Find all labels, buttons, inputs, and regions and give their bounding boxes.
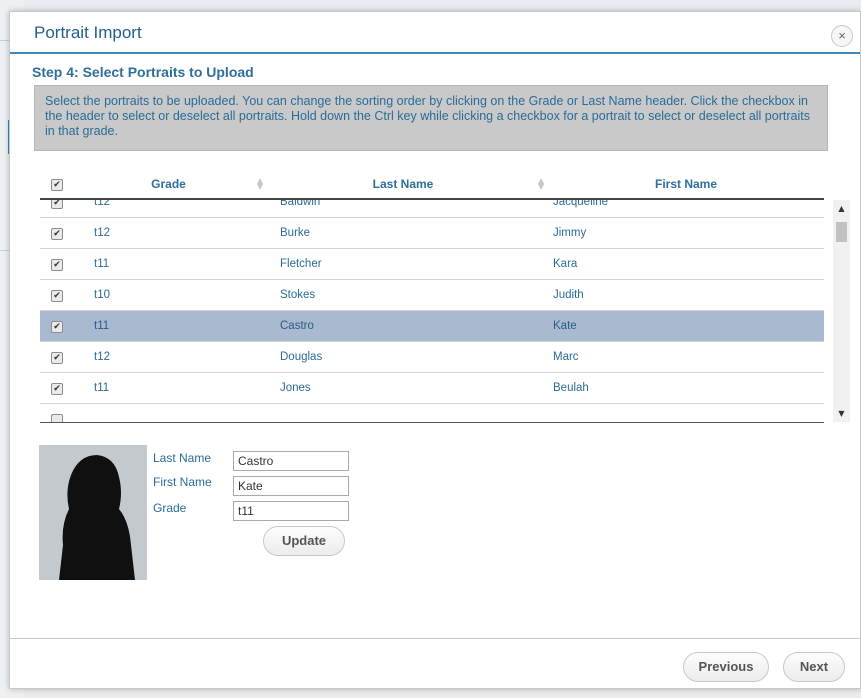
next-button[interactable]: Next <box>783 652 845 682</box>
column-header-grade[interactable]: Grade <box>95 172 242 198</box>
sort-grade-icon[interactable]: ▲ ▼ <box>257 177 263 191</box>
cell-grade: t10 <box>94 289 110 301</box>
table-row[interactable]: ✔ t12 Burke Jimmy <box>40 218 824 249</box>
row-checkbox[interactable]: ✔ <box>51 228 63 240</box>
close-icon: × <box>838 28 846 43</box>
portraits-table: ✔ Grade ▲ ▼ Last Name ▲ ▼ First Name ✔ t12… <box>40 172 852 423</box>
cell-grade: t11 <box>94 258 110 270</box>
instructions-panel: Select the portraits to be uploaded. You… <box>34 85 828 151</box>
cell-first-name: Kate <box>553 320 577 332</box>
cell-grade: t12 <box>94 227 110 239</box>
table-header: ✔ Grade ▲ ▼ Last Name ▲ ▼ First Name <box>40 172 824 200</box>
dialog-title: Portrait Import <box>34 23 142 42</box>
sort-last-name-icon[interactable]: ▲ ▼ <box>538 177 544 191</box>
table-row-selected[interactable]: ✔ t11 Castro Kate <box>40 311 824 342</box>
table-body: ✔ t12 Baldwin Jacqueline ✔ t12 Burke Jim… <box>40 200 824 423</box>
table-row[interactable]: ✔ t12 Baldwin Jacqueline <box>40 200 824 218</box>
cell-grade: t11 <box>94 320 110 332</box>
cell-first-name: Kara <box>553 258 578 270</box>
cell-last-name: Burke <box>280 227 311 239</box>
grade-input[interactable] <box>233 501 349 521</box>
cell-last-name: Stokes <box>280 289 316 301</box>
select-all-checkbox[interactable]: ✔ <box>51 179 63 191</box>
row-checkbox[interactable]: ✔ <box>51 352 63 364</box>
row-checkbox[interactable] <box>51 414 63 422</box>
table-row[interactable]: ✔ t11 Fletcher Kara <box>40 249 824 280</box>
portrait-import-dialog: Portrait Import × Step 4: Select Portrai… <box>9 11 861 689</box>
previous-button[interactable]: Previous <box>683 652 769 682</box>
first-name-label: First Name <box>153 475 212 489</box>
last-name-input[interactable] <box>233 451 349 471</box>
cell-first-name: Jacqueline <box>553 200 608 208</box>
cell-first-name: Judith <box>553 289 584 301</box>
table-row[interactable] <box>40 404 824 422</box>
grade-label: Grade <box>153 501 187 515</box>
cell-grade: t12 <box>94 200 110 208</box>
row-checkbox[interactable]: ✔ <box>51 290 63 302</box>
cell-last-name: Douglas <box>280 351 323 363</box>
cell-grade: t11 <box>94 382 110 394</box>
cell-first-name: Jimmy <box>553 227 587 239</box>
cell-last-name: Castro <box>280 320 314 332</box>
scrollbar-thumb[interactable] <box>836 222 847 242</box>
row-checkbox[interactable]: ✔ <box>51 321 63 333</box>
first-name-input[interactable] <box>233 476 349 496</box>
update-button[interactable]: Update <box>263 526 345 556</box>
row-checkbox[interactable]: ✔ <box>51 383 63 395</box>
row-checkbox[interactable]: ✔ <box>51 259 63 271</box>
column-header-first-name: First Name <box>654 177 718 191</box>
cell-grade: t12 <box>94 351 110 363</box>
table-row[interactable]: ✔ t11 Jones Beulah <box>40 373 824 404</box>
cell-last-name: Jones <box>280 382 311 394</box>
column-header-last-name[interactable]: Last Name <box>272 172 534 198</box>
step-title: Step 4: Select Portraits to Upload <box>32 64 254 80</box>
table-row[interactable]: ✔ t12 Douglas Marc <box>40 342 824 373</box>
scroll-up-icon[interactable]: ▲ <box>833 204 850 213</box>
row-checkbox[interactable]: ✔ <box>51 200 63 209</box>
portrait-silhouette-icon <box>39 445 147 580</box>
table-row[interactable]: ✔ t10 Stokes Judith <box>40 280 824 311</box>
dialog-titlebar: Portrait Import × <box>10 12 860 54</box>
cell-first-name: Marc <box>553 351 579 363</box>
cell-last-name: Baldwin <box>280 200 321 208</box>
portrait-image <box>39 445 147 580</box>
last-name-label: Last Name <box>153 451 212 465</box>
cell-last-name: Fletcher <box>280 258 322 270</box>
close-button[interactable]: × <box>831 25 853 47</box>
scroll-down-icon[interactable]: ▼ <box>833 409 850 418</box>
table-scrollbar[interactable]: ▲ ▼ <box>833 200 850 422</box>
cell-first-name: Beulah <box>553 382 589 394</box>
footer-divider <box>10 638 860 639</box>
